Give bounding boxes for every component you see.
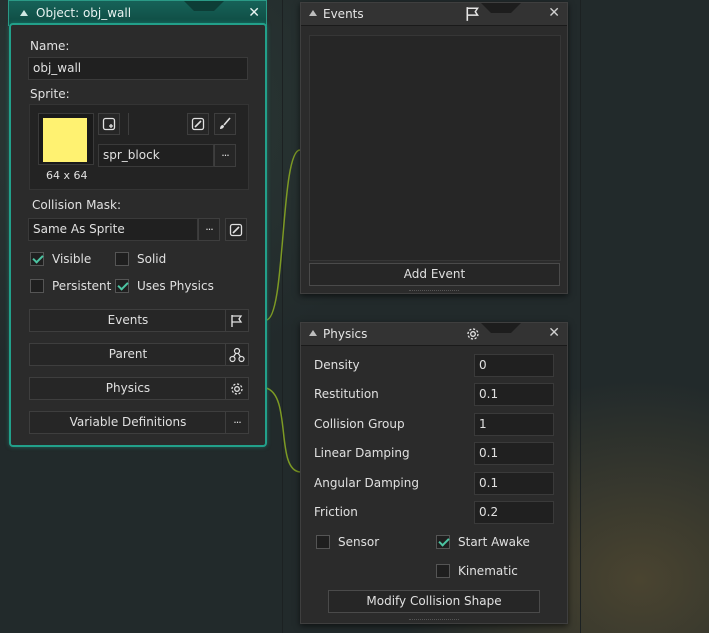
flag-icon	[466, 7, 479, 21]
variable-definitions-label: Variable Definitions	[69, 415, 187, 429]
name-field[interactable]: obj_wall	[28, 57, 248, 80]
events-button-label: Events	[107, 313, 149, 327]
resize-grip[interactable]	[409, 290, 459, 294]
linear-damping-field[interactable]: 0.1	[474, 442, 554, 465]
flag-icon	[231, 314, 243, 327]
close-icon[interactable]: ✕	[248, 5, 260, 21]
collision-group-label: Collision Group	[314, 417, 405, 431]
edit-mask-icon	[229, 223, 243, 236]
start-awake-label: Start Awake	[458, 535, 530, 549]
persistent-label: Persistent	[52, 279, 112, 293]
density-label: Density	[314, 358, 360, 372]
sprite-panel: 64 x 64 spr_block	[29, 104, 249, 190]
parent-button-label: Parent	[108, 347, 148, 361]
paint-sprite-button[interactable]	[214, 113, 236, 135]
linear-damping-label: Linear Damping	[314, 446, 410, 460]
physics-window: Physics ✕ Density 0 Restitution 0.1 Coll…	[300, 322, 568, 624]
restitution-label: Restitution	[314, 387, 379, 401]
titlebar-notch	[481, 323, 521, 333]
sprite-name-field[interactable]: spr_block	[98, 144, 214, 167]
solid-checkbox[interactable]	[115, 252, 129, 266]
modify-collision-shape-button[interactable]: Modify Collision Shape	[328, 590, 540, 613]
visible-checkbox[interactable]	[30, 252, 44, 266]
object-window-title: Object: obj_wall	[36, 6, 132, 20]
visible-label: Visible	[52, 252, 92, 266]
new-sprite-icon	[102, 117, 116, 131]
edit-sprite-icon	[191, 117, 205, 131]
friction-label: Friction	[314, 505, 358, 519]
sprite-browse-button[interactable]	[214, 144, 236, 167]
start-awake-checkbox[interactable]	[436, 535, 450, 549]
collision-mask-browse-button[interactable]	[198, 218, 220, 241]
density-field[interactable]: 0	[474, 354, 554, 377]
parent-tree-icon	[229, 347, 245, 362]
sprite-preview[interactable]	[38, 113, 94, 165]
events-window-titlebar[interactable]: Events ✕	[301, 3, 567, 26]
variable-definitions-button[interactable]: Variable Definitions ···	[29, 411, 249, 434]
new-sprite-button[interactable]	[98, 113, 120, 135]
name-label: Name:	[30, 39, 70, 53]
sensor-checkbox[interactable]	[316, 535, 330, 549]
gear-icon	[467, 328, 479, 340]
angular-damping-label: Angular Damping	[314, 476, 419, 490]
titlebar-notch	[184, 1, 224, 11]
physics-button-label: Physics	[105, 381, 151, 395]
solid-label: Solid	[137, 252, 167, 266]
events-window-title: Events	[323, 7, 364, 21]
resize-grip[interactable]	[409, 619, 459, 623]
sensor-label: Sensor	[338, 535, 380, 549]
collapse-triangle-icon[interactable]	[20, 10, 28, 16]
close-icon[interactable]: ✕	[548, 325, 560, 341]
collision-mask-edit-button[interactable]	[225, 218, 247, 241]
collapse-triangle-icon[interactable]	[309, 10, 317, 16]
parent-button[interactable]: Parent	[29, 343, 249, 366]
uses-physics-checkbox[interactable]	[115, 279, 129, 293]
gear-icon	[231, 382, 243, 395]
object-window-body: Name: obj_wall Sprite: 64 x 64 spr_block…	[9, 23, 267, 447]
collision-mask-label: Collision Mask:	[32, 198, 122, 212]
add-event-button[interactable]: Add Event	[309, 263, 560, 286]
sprite-size: 64 x 64	[46, 169, 88, 182]
friction-field[interactable]: 0.2	[474, 501, 554, 524]
object-window: Object: obj_wall ✕ Name: obj_wall Sprite…	[8, 0, 267, 447]
uses-physics-label: Uses Physics	[137, 279, 214, 293]
ellipsis-icon: ···	[225, 412, 248, 433]
close-icon[interactable]: ✕	[548, 5, 560, 21]
sprite-label: Sprite:	[30, 87, 70, 101]
persistent-checkbox[interactable]	[30, 279, 44, 293]
titlebar-notch	[481, 3, 521, 13]
collision-group-field[interactable]: 1	[474, 413, 554, 436]
physics-button[interactable]: Physics	[29, 377, 249, 400]
kinematic-checkbox[interactable]	[436, 564, 450, 578]
events-list[interactable]	[309, 35, 561, 261]
restitution-field[interactable]: 0.1	[474, 383, 554, 406]
paint-brush-icon	[220, 117, 231, 129]
angular-damping-field[interactable]: 0.1	[474, 472, 554, 495]
physics-window-titlebar[interactable]: Physics ✕	[301, 323, 567, 346]
collision-mask-field[interactable]: Same As Sprite	[28, 218, 198, 241]
edit-sprite-button[interactable]	[187, 113, 209, 135]
kinematic-label: Kinematic	[458, 564, 518, 578]
physics-window-title: Physics	[323, 327, 368, 341]
sprite-thumbnail	[43, 118, 87, 162]
collapse-triangle-icon[interactable]	[309, 330, 317, 336]
toolbar-divider	[128, 113, 129, 135]
events-button[interactable]: Events	[29, 309, 249, 332]
events-window: Events ✕ Add Event	[300, 2, 568, 294]
